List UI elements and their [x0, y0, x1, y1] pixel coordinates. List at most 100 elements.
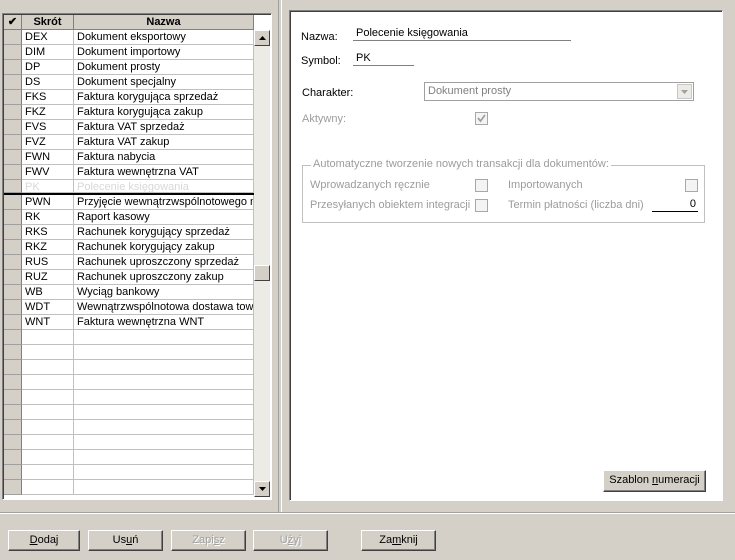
character-select[interactable]: Dokument prosty: [424, 82, 694, 101]
row-selector[interactable]: [4, 60, 22, 75]
payment-term-field[interactable]: 0: [652, 198, 698, 212]
close-button[interactable]: Zamknij: [361, 530, 436, 551]
symbol-label: Symbol:: [301, 55, 341, 67]
character-dropdown-button[interactable]: [677, 84, 692, 99]
name-field[interactable]: Polecenie księgowania: [353, 27, 571, 41]
details-panel: Nazwa: Polecenie księgowania Symbol: PK …: [289, 10, 723, 501]
row-code: FWN: [22, 150, 74, 165]
row-selector[interactable]: [4, 150, 22, 165]
table-row[interactable]: RUS Rachunek uproszczony sprzedaż: [4, 255, 254, 270]
row-selector[interactable]: [4, 300, 22, 315]
row-selector[interactable]: [4, 105, 22, 120]
row-selector[interactable]: [4, 285, 22, 300]
table-row[interactable]: FWV Faktura wewnętrzna VAT: [4, 165, 254, 180]
row-name: Rachunek uproszczony zakup: [74, 270, 254, 285]
active-checkbox[interactable]: [475, 112, 488, 125]
numbering-template-button[interactable]: Szablon numeracji: [603, 470, 706, 492]
table-row[interactable]: RKZ Rachunek korygujący zakup: [4, 240, 254, 255]
row-name: Wyciąg bankowy: [74, 285, 254, 300]
empty-cell: [4, 465, 22, 480]
row-selector[interactable]: [4, 225, 22, 240]
delete-label-1: Us: [112, 534, 127, 546]
save-button[interactable]: Zapisz: [171, 530, 246, 551]
empty-row: [4, 360, 254, 375]
panel-splitter[interactable]: [278, 0, 282, 512]
document-types-grid[interactable]: ✔ Skrót Nazwa DEX Dokument eksportowy DIM D…: [2, 13, 272, 500]
use-button[interactable]: Użyj: [253, 530, 328, 551]
row-selector[interactable]: [4, 180, 22, 193]
table-row[interactable]: RK Raport kasowy: [4, 210, 254, 225]
empty-cell: [4, 450, 22, 465]
empty-row: [4, 420, 254, 435]
table-row[interactable]: PK Polecenie księgowania: [4, 180, 254, 195]
table-row[interactable]: WNT Faktura wewnętrzna WNT: [4, 315, 254, 330]
table-row[interactable]: RKS Rachunek korygujący sprzedaż: [4, 225, 254, 240]
row-selector[interactable]: [4, 75, 22, 90]
empty-cell: [4, 405, 22, 420]
header-code-column[interactable]: Skrót: [22, 15, 74, 30]
empty-cell: [22, 420, 74, 435]
manual-checkbox[interactable]: [475, 179, 488, 192]
row-name: Faktura nabycia: [74, 150, 254, 165]
table-row[interactable]: FVS Faktura VAT sprzedaż: [4, 120, 254, 135]
delete-button[interactable]: Usuń: [88, 530, 163, 551]
header-name-column[interactable]: Nazwa: [74, 15, 254, 30]
scroll-thumb[interactable]: [254, 265, 270, 281]
grid-body: DEX Dokument eksportowy DIM Dokument import…: [4, 30, 254, 497]
row-name: Rachunek korygujący sprzedaż: [74, 225, 254, 240]
scroll-up-button[interactable]: [254, 30, 270, 46]
row-code: FWV: [22, 165, 74, 180]
empty-row: [4, 450, 254, 465]
table-row[interactable]: DIM Dokument importowy: [4, 45, 254, 60]
table-row[interactable]: FKS Faktura korygująca sprzedaż: [4, 90, 254, 105]
row-name: Raport kasowy: [74, 210, 254, 225]
empty-cell: [4, 330, 22, 345]
empty-cell: [22, 390, 74, 405]
row-code: FVS: [22, 120, 74, 135]
empty-cell: [22, 330, 74, 345]
add-button[interactable]: Dodaj: [8, 530, 80, 551]
table-row[interactable]: DEX Dokument eksportowy: [4, 30, 254, 45]
row-name: Dokument specjalny: [74, 75, 254, 90]
empty-cell: [74, 405, 254, 420]
table-row[interactable]: FKZ Faktura korygująca zakup: [4, 105, 254, 120]
table-row[interactable]: RUZ Rachunek uproszczony zakup: [4, 270, 254, 285]
row-code: DEX: [22, 30, 74, 45]
row-selector[interactable]: [4, 120, 22, 135]
row-code: RKS: [22, 225, 74, 240]
table-row[interactable]: WDT Wewnątrzwspólnotowa dostawa tow: [4, 300, 254, 315]
row-selector[interactable]: [4, 195, 22, 210]
arrow-up-icon: [259, 36, 266, 40]
row-selector[interactable]: [4, 315, 22, 330]
integration-checkbox[interactable]: [475, 199, 488, 212]
row-selector[interactable]: [4, 240, 22, 255]
table-row[interactable]: DP Dokument prosty: [4, 60, 254, 75]
table-row[interactable]: PWN Przyjęcie wewnątrzwspólnotowego n: [4, 195, 254, 210]
table-row[interactable]: DS Dokument specjalny: [4, 75, 254, 90]
row-selector[interactable]: [4, 30, 22, 45]
empty-cell: [22, 435, 74, 450]
row-selector[interactable]: [4, 45, 22, 60]
row-code: DIM: [22, 45, 74, 60]
grid-header: ✔ Skrót Nazwa: [4, 15, 254, 30]
bottom-separator: [0, 512, 735, 514]
row-selector[interactable]: [4, 165, 22, 180]
imported-checkbox[interactable]: [685, 179, 698, 192]
row-selector[interactable]: [4, 270, 22, 285]
table-row[interactable]: FWN Faktura nabycia: [4, 150, 254, 165]
scroll-down-button[interactable]: [254, 481, 270, 497]
row-selector[interactable]: [4, 90, 22, 105]
row-code: WNT: [22, 315, 74, 330]
row-selector[interactable]: [4, 255, 22, 270]
table-row[interactable]: FVZ Faktura VAT zakup: [4, 135, 254, 150]
imported-label: Importowanych: [508, 179, 583, 191]
symbol-field[interactable]: PK: [353, 52, 414, 66]
row-name: Faktura wewnętrzna WNT: [74, 315, 254, 330]
vertical-scrollbar[interactable]: [254, 30, 270, 497]
header-check-column[interactable]: ✔: [4, 15, 22, 30]
row-selector[interactable]: [4, 135, 22, 150]
row-code: FVZ: [22, 135, 74, 150]
row-selector[interactable]: [4, 210, 22, 225]
table-row[interactable]: WB Wyciąg bankowy: [4, 285, 254, 300]
row-code: PK: [22, 180, 74, 193]
